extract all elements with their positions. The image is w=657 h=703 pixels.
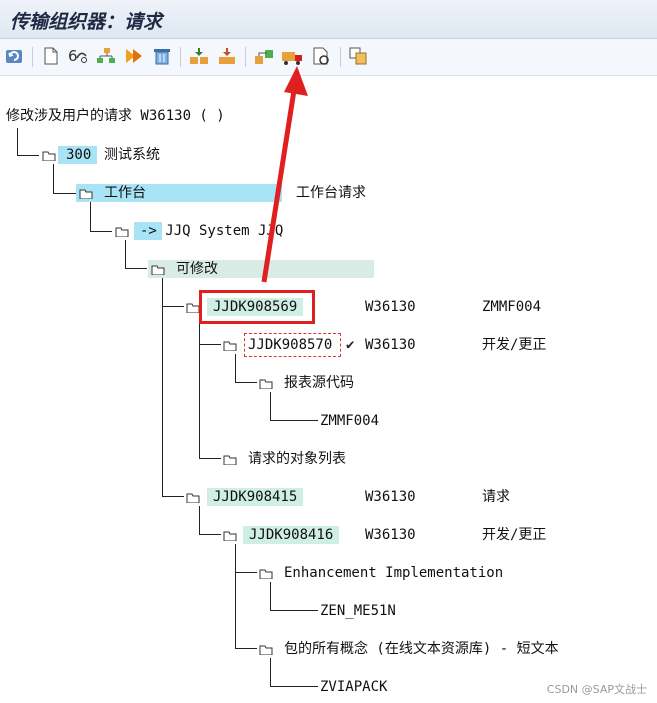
tree-root-label[interactable]: 修改涉及用户的请求 W36130 ( ) xyxy=(6,107,225,125)
svg-text:6: 6 xyxy=(68,47,78,65)
tree-connector xyxy=(235,354,236,382)
folder-icon xyxy=(223,455,237,465)
tree-connector xyxy=(235,648,257,649)
display-change-icon[interactable]: 6 xyxy=(67,45,89,67)
folder-icon xyxy=(42,151,56,161)
tree-connector xyxy=(90,202,91,231)
request-id-2[interactable]: JJDK908415 xyxy=(207,488,304,506)
tree-connector xyxy=(199,506,200,534)
selection-frame xyxy=(244,333,341,357)
tree-connector xyxy=(270,392,271,420)
tree-connector xyxy=(53,164,54,193)
folder-icon xyxy=(186,493,200,503)
tree-node-workbench[interactable]: 工作台 xyxy=(104,184,146,202)
tree-connector xyxy=(235,544,236,648)
toolbar: 6 xyxy=(0,39,657,76)
watermark: CSDN @SAP文战士 xyxy=(546,683,647,696)
folder-icon xyxy=(115,227,129,237)
tree-connector xyxy=(270,686,318,687)
new-document-icon[interactable] xyxy=(40,45,62,67)
window-title: 传输组织器：请求 xyxy=(10,11,163,33)
tree-connector xyxy=(17,155,39,156)
release-icon[interactable] xyxy=(188,45,210,67)
check-icon: ✔ xyxy=(346,337,355,353)
folder-icon xyxy=(223,341,237,351)
tree-connector xyxy=(199,316,200,458)
folder-icon xyxy=(259,379,273,389)
object-group-3[interactable]: 包的所有概念 (在线文本资源库) - 短文本 xyxy=(284,640,559,658)
request-owner-2: W36130 xyxy=(365,489,416,505)
refresh-icon[interactable] xyxy=(3,45,25,67)
tree-connector xyxy=(17,128,18,155)
collapse-icon[interactable] xyxy=(216,45,238,67)
task-desc-1: 开发/更正 xyxy=(482,337,547,353)
folder-icon xyxy=(223,531,237,541)
toolbar-separator xyxy=(180,47,181,67)
tree-connector xyxy=(235,572,257,573)
task-owner-2: W36130 xyxy=(365,527,416,543)
tree-connector xyxy=(199,344,221,345)
object-name-2[interactable]: ZEN_ME51N xyxy=(320,602,396,620)
toolbar-separator xyxy=(245,47,246,67)
tree-connector xyxy=(270,420,318,421)
toolbar-separator xyxy=(340,47,341,67)
tree-connector xyxy=(90,231,112,232)
title-bar: 传输组织器：请求 xyxy=(0,0,657,39)
tree-connector xyxy=(270,610,318,611)
request-tree: 修改涉及用户的请求 W36130 ( ) 300 测试系统 工作台 工作台请求 … xyxy=(0,80,657,703)
tree-connector xyxy=(162,306,184,307)
toolbar-separator xyxy=(32,47,33,67)
object-group-2[interactable]: Enhancement Implementation xyxy=(284,564,503,582)
tree-connector xyxy=(199,458,221,459)
folder-icon xyxy=(79,189,93,199)
tree-connector xyxy=(125,268,147,269)
tree-connector xyxy=(270,582,271,610)
tree-connector xyxy=(162,496,184,497)
tree-node-modifiable[interactable]: 可修改 xyxy=(176,260,218,278)
task-desc-2: 开发/更正 xyxy=(482,527,547,543)
copy-object-icon[interactable] xyxy=(348,45,370,67)
client-number: 300 xyxy=(66,147,92,163)
delete-icon[interactable] xyxy=(151,45,173,67)
object-name-1[interactable]: ZMMF004 xyxy=(320,412,379,430)
annotation-arrow-icon xyxy=(261,66,308,283)
folder-icon xyxy=(259,569,273,579)
hierarchy-icon[interactable] xyxy=(95,45,117,67)
request-desc-1: ZMMF004 xyxy=(482,299,542,315)
annotation-red-box xyxy=(199,290,315,324)
tree-connector xyxy=(199,534,221,535)
request-desc-2: 请求 xyxy=(482,489,510,505)
object-name-3[interactable]: ZVIAPACK xyxy=(320,678,387,696)
folder-icon xyxy=(259,645,273,655)
tree-connector xyxy=(125,240,126,268)
tree-connector xyxy=(162,278,163,496)
task-owner-1: W36130 xyxy=(365,337,416,353)
client-label: 测试系统 xyxy=(104,147,160,163)
object-group-1[interactable]: 报表源代码 xyxy=(284,374,354,392)
tree-connector xyxy=(53,193,76,194)
tree-connector xyxy=(235,382,257,383)
request-owner-1: W36130 xyxy=(365,299,416,315)
request-object-list[interactable]: 请求的对象列表 xyxy=(248,450,346,468)
folder-icon xyxy=(151,265,165,275)
folder-icon xyxy=(186,303,200,313)
task-id-2[interactable]: JJDK908416 xyxy=(243,526,340,544)
tree-node-client[interactable]: 300 xyxy=(58,146,98,164)
activate-icon[interactable] xyxy=(123,45,145,67)
tree-connector xyxy=(270,658,271,686)
